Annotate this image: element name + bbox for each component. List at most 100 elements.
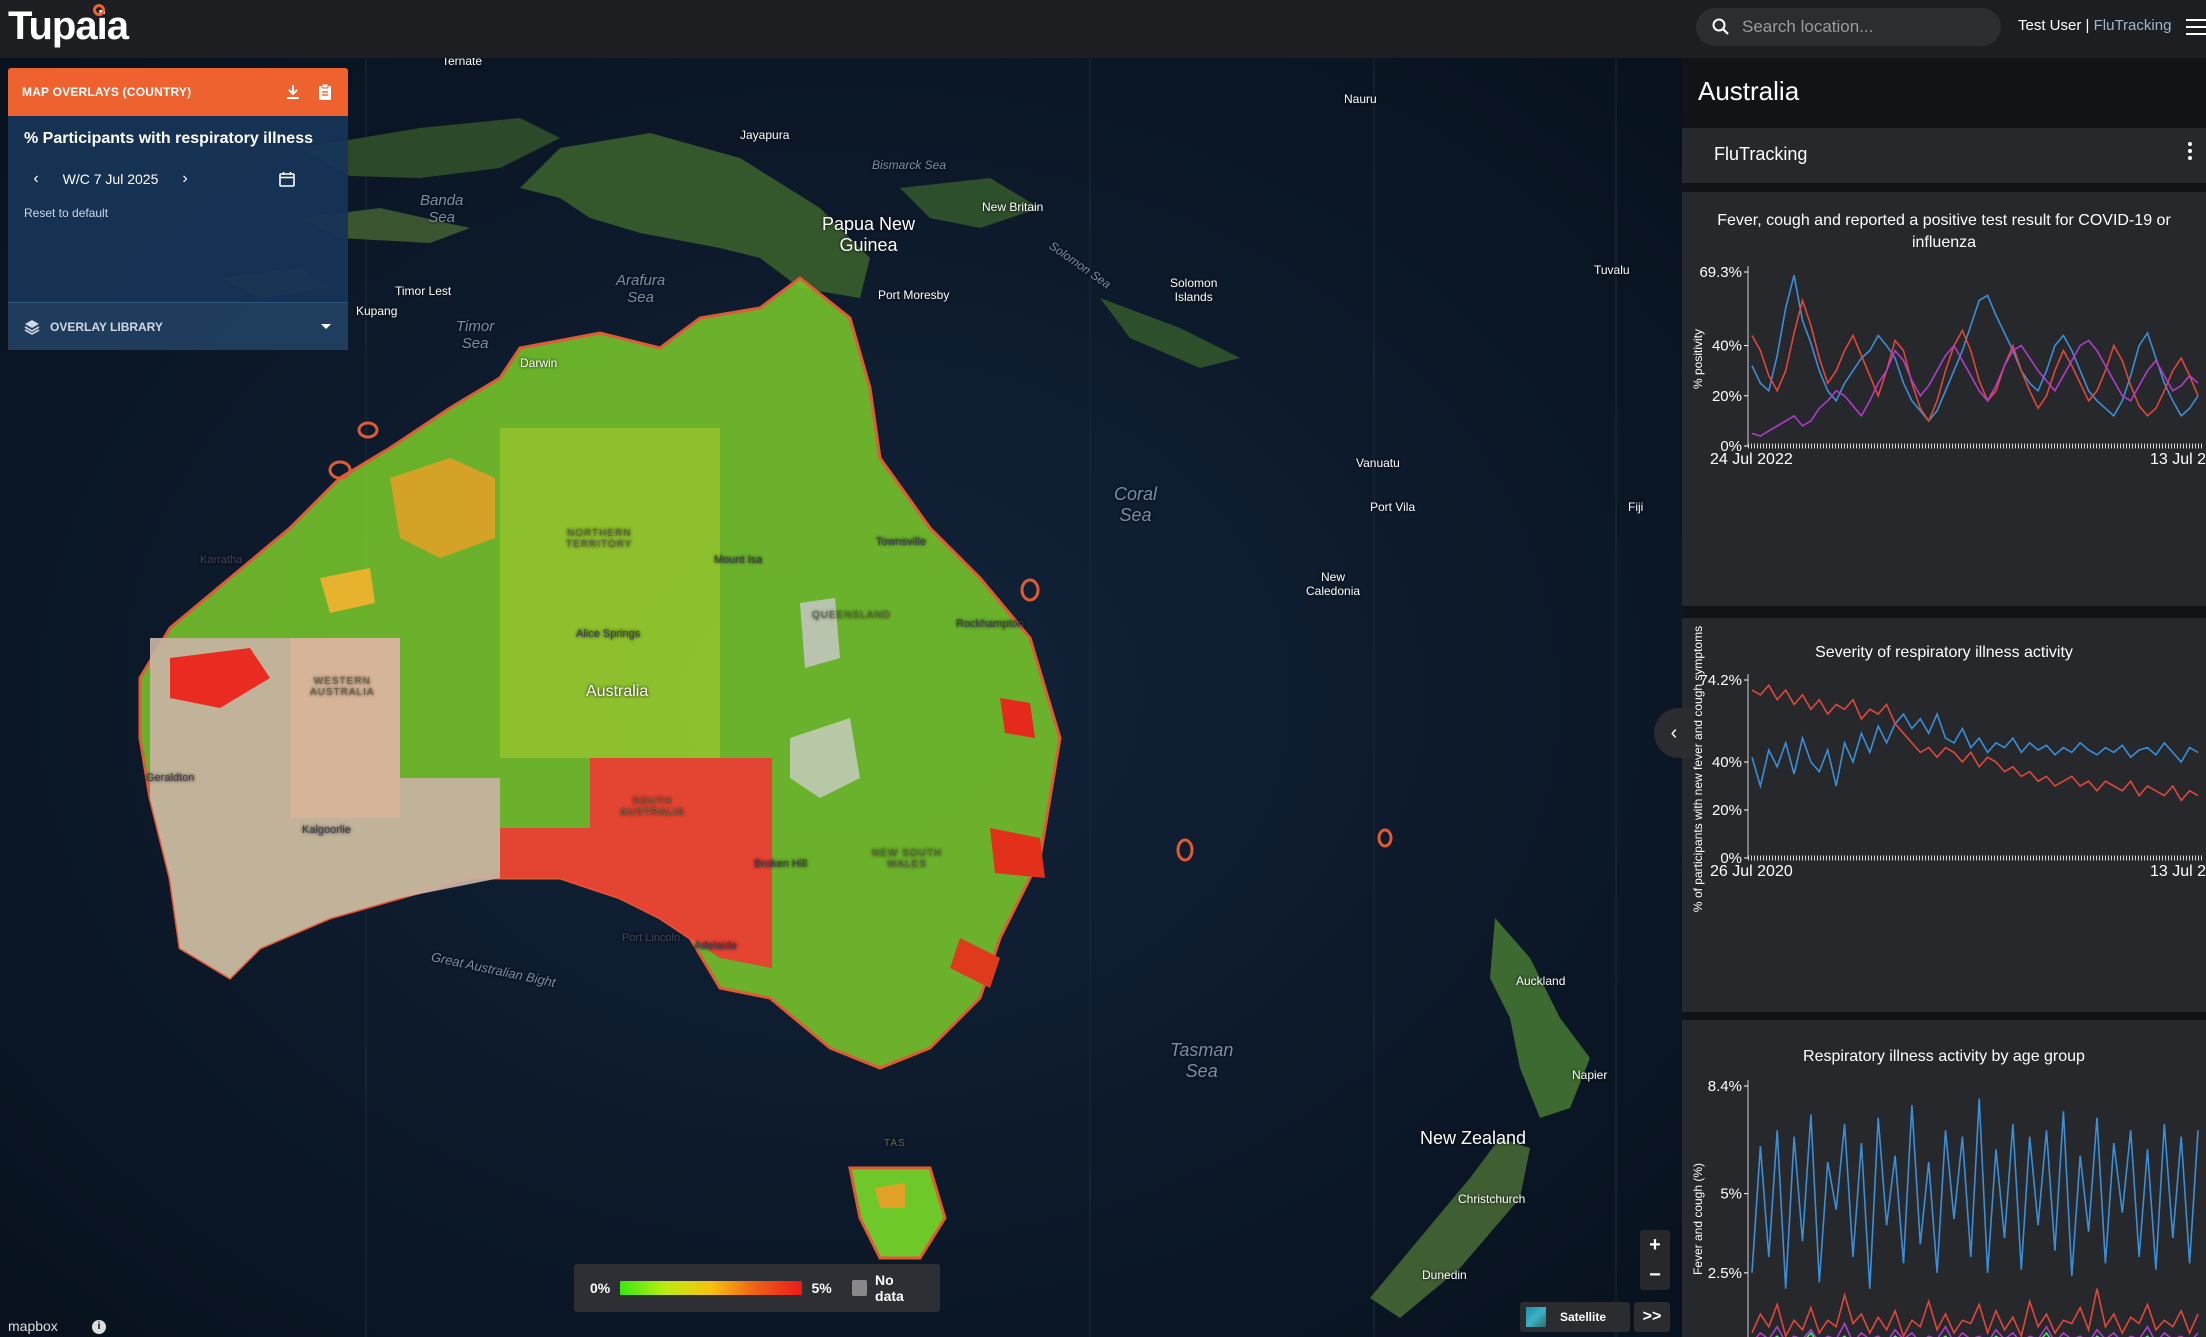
- legend-nodata-swatch: [851, 1280, 868, 1296]
- y-axis-label: Fever and cough (%): [1691, 1163, 1705, 1275]
- zoom-out-button[interactable]: −: [1640, 1260, 1670, 1290]
- label-port-vila: Port Vila: [1370, 500, 1416, 514]
- label-rockhampton: Rockhampton: [956, 618, 1024, 630]
- label-timor-sea: Timor Sea: [456, 318, 495, 352]
- y-tick-label: 69.3%: [1699, 264, 1742, 281]
- user-name[interactable]: Test User: [2018, 17, 2081, 34]
- label-new-zealand: New Zealand: [1420, 1128, 1527, 1148]
- label-papua-new-guinea: Papua New Guinea: [822, 214, 916, 255]
- x-start-label: 24 Jul 2022: [1710, 451, 1793, 468]
- label-banda-sea: Banda Sea: [420, 192, 464, 226]
- chart-card-positivity[interactable]: Fever, cough and reported a positive tes…: [1682, 192, 2206, 606]
- date-selector: ‹ W/C 7 Jul 2025 ›: [24, 170, 332, 188]
- current-date[interactable]: W/C 7 Jul 2025: [48, 171, 173, 187]
- hamburger-menu-icon[interactable]: [2186, 19, 2206, 37]
- dashboard-panel: Australia FluTracking Fever, cough and r…: [1682, 58, 2206, 1337]
- zoom-in-button[interactable]: +: [1640, 1230, 1670, 1260]
- label-port-moresby: Port Moresby: [878, 288, 950, 302]
- legend-max-label: 5%: [811, 1280, 832, 1296]
- label-western-australia: WESTERN AUSTRALIA: [310, 676, 375, 698]
- top-bar: Tupaia Test User | FluTracking: [0, 0, 2206, 58]
- label-ternate: Ternate: [442, 58, 483, 68]
- y-tick-label: 74.2%: [1699, 672, 1742, 689]
- label-alice-springs: Alice Springs: [576, 628, 641, 640]
- basemap-expand-button[interactable]: >>: [1634, 1302, 1670, 1332]
- overlay-library-toggle[interactable]: OVERLAY LIBRARY: [8, 302, 348, 350]
- overlay-panel-title: MAP OVERLAYS (COUNTRY): [22, 85, 192, 99]
- label-darwin: Darwin: [520, 356, 558, 370]
- search-icon: [1712, 18, 1729, 35]
- download-icon[interactable]: [284, 83, 302, 101]
- user-separator: |: [2085, 17, 2090, 34]
- map-legend: 0% 5% No data: [574, 1264, 940, 1312]
- more-options-icon[interactable]: [2188, 142, 2192, 163]
- zoom-controls: + −: [1640, 1230, 1670, 1290]
- info-icon[interactable]: i: [92, 1320, 106, 1334]
- label-new-south-wales: NEW SOUTH WALES: [872, 848, 943, 870]
- overlay-name: % Participants with respiratory illness: [24, 130, 313, 147]
- logo-pin-icon: [93, 4, 105, 16]
- search-bar[interactable]: [1696, 8, 2001, 46]
- search-input[interactable]: [1742, 17, 1982, 37]
- basemap-label: Satellite: [1560, 1310, 1607, 1324]
- chart-card-severity[interactable]: Severity of respiratory illness activity…: [1682, 618, 2206, 1012]
- label-coral-sea: Coral Sea: [1114, 484, 1158, 525]
- y-tick-label: 40%: [1712, 338, 1742, 355]
- label-mount-isa: Mount Isa: [714, 554, 763, 566]
- y-tick-label: 20%: [1712, 802, 1742, 819]
- label-geraldton: Geraldton: [146, 772, 195, 784]
- tupaia-logo[interactable]: Tupaia: [8, 4, 129, 49]
- label-tuvalu: Tuvalu: [1594, 263, 1630, 277]
- label-auckland: Auckland: [1516, 974, 1566, 988]
- label-queensland: QUEENSLAND: [812, 610, 891, 621]
- project-link[interactable]: FluTracking: [2094, 17, 2172, 34]
- country-title: Australia: [1698, 76, 1800, 106]
- overlay-library-label: OVERLAY LIBRARY: [50, 319, 163, 334]
- label-new-caledonia: New Caledonia: [1306, 570, 1361, 598]
- chart-severity: 74.2%40%20%0%% of participants with new …: [1691, 626, 2206, 912]
- overlay-panel-header: MAP OVERLAYS (COUNTRY): [8, 68, 348, 116]
- y-axis-label: % positivity: [1691, 329, 1705, 389]
- clipboard-icon[interactable]: [316, 83, 334, 101]
- x-start-label: 26 Jul 2020: [1710, 863, 1793, 880]
- label-karratha: Karratha: [200, 554, 243, 566]
- legend-min-label: 0%: [590, 1280, 611, 1296]
- next-date-button[interactable]: ›: [173, 170, 197, 188]
- project-title: FluTracking: [1714, 144, 1808, 164]
- label-tasmania: TAS: [884, 1138, 906, 1149]
- y-tick-label: 40%: [1712, 754, 1742, 771]
- x-end-label: 13 Jul 2: [2150, 863, 2206, 880]
- label-broken-hill: Broken Hill: [754, 858, 808, 870]
- label-bismarck-sea: Bismarck Sea: [872, 158, 947, 172]
- series-line-1: [1751, 297, 2199, 423]
- y-tick-label: 2.5%: [1708, 1265, 1742, 1282]
- layers-icon: [24, 319, 40, 335]
- satellite-thumbnail: [1526, 1307, 1546, 1327]
- prev-date-button[interactable]: ‹: [24, 170, 48, 188]
- label-vanuatu: Vanuatu: [1356, 456, 1400, 470]
- series-line-1: [1751, 1288, 2199, 1337]
- x-end-label: 13 Jul 2: [2150, 451, 2206, 468]
- user-info[interactable]: Test User | FluTracking: [2018, 17, 2171, 34]
- label-jayapura: Jayapura: [740, 128, 790, 142]
- reset-to-default-link[interactable]: Reset to default: [24, 206, 332, 220]
- chevron-down-icon: [321, 323, 331, 329]
- series-line-0: [1751, 711, 2199, 790]
- calendar-icon[interactable]: [279, 171, 295, 187]
- basemap-selector[interactable]: Satellite: [1520, 1302, 1630, 1332]
- legend-nodata-label: No data: [875, 1272, 904, 1304]
- label-arafura-sea: Arafura Sea: [616, 272, 666, 306]
- mapbox-attribution[interactable]: mapbox: [8, 1318, 58, 1334]
- label-fiji: Fiji: [1628, 500, 1644, 514]
- label-northern-territory: NORTHERN TERRITORY: [566, 528, 633, 550]
- map-overlay-panel: MAP OVERLAYS (COUNTRY) % Participants wi…: [8, 68, 348, 350]
- label-south-australia: SOUTH AUSTRALIA: [620, 796, 685, 818]
- overlay-panel-body: % Participants with respiratory illness …: [8, 116, 348, 302]
- label-port-lincoln: Port Lincoln: [622, 932, 681, 944]
- chart-card-age-group[interactable]: Respiratory illness activity by age grou…: [1682, 1020, 2206, 1337]
- label-solomon-islands: Solomon Islands: [1170, 276, 1218, 304]
- label-nauru: Nauru: [1344, 92, 1377, 106]
- label-dunedin: Dunedin: [1422, 1268, 1467, 1282]
- label-christchurch: Christchurch: [1458, 1192, 1526, 1206]
- chart-age-group: 8.4% 5% 2.5%Fever and cough (%): [1691, 1078, 2199, 1337]
